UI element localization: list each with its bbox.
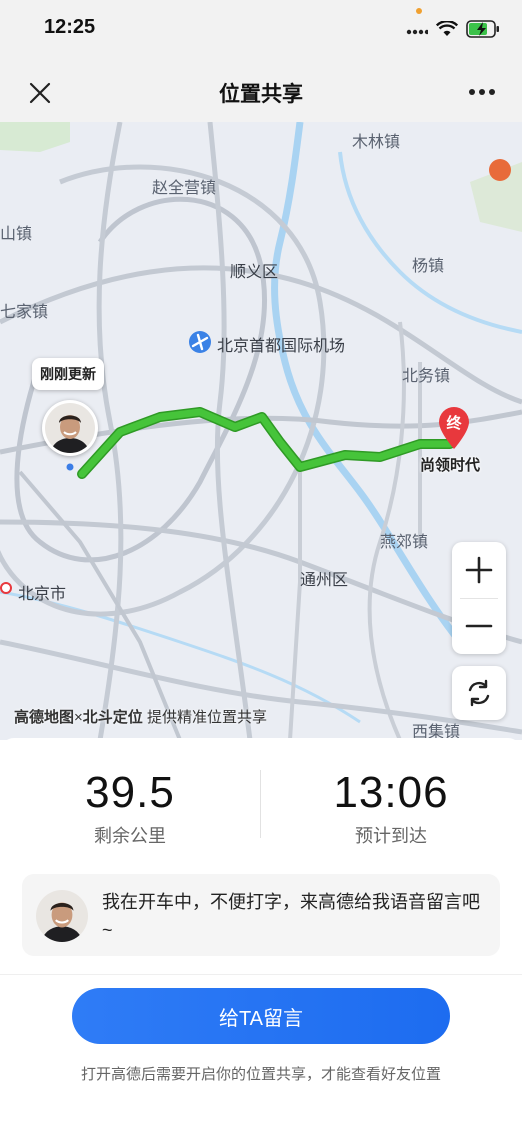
map-view[interactable]: 木林镇 赵全营镇 山镇 顺义区 杨镇 七家镇 北京首都国际机场 北务镇 燕郊镇 … <box>0 122 522 740</box>
footer-note: 打开高德后需要开启你的位置共享，才能查看好友位置 <box>80 1066 441 1083</box>
eta-stat: 13:06 预计到达 <box>261 768 521 848</box>
nav-bar: 位置共享 <box>0 64 522 122</box>
refresh-location-button[interactable] <box>452 666 506 720</box>
zoom-out-button[interactable] <box>452 598 506 654</box>
zoom-in-button[interactable] <box>452 542 506 598</box>
credit-text: 提供精准位置共享 <box>142 709 267 726</box>
credit-brand-amap: 高德地图 <box>14 709 75 726</box>
end-pin-char: 终 <box>446 414 462 432</box>
page-title: 位置共享 <box>219 83 303 106</box>
avatar <box>36 890 88 942</box>
message-card: 我在开车中，不便打字，来高德给我语音留言吧~ <box>22 874 500 956</box>
message-text: 我在开车中，不便打字，来高德给我语音留言吧~ <box>102 892 480 940</box>
place-label: 七家镇 <box>0 304 49 321</box>
refresh-icon <box>468 679 490 707</box>
place-label: 木林镇 <box>352 134 401 151</box>
distance-stat: 39.5 剩余公里 <box>0 768 260 848</box>
leave-message-button[interactable]: 给TA留言 <box>72 988 450 1044</box>
more-button[interactable] <box>464 78 500 106</box>
destination-pin[interactable]: 终 <box>437 406 471 455</box>
place-label: 北京市 <box>18 586 67 603</box>
place-label: 顺义区 <box>230 264 279 281</box>
distance-value: 39.5 <box>85 768 175 817</box>
info-sheet: 39.5 剩余公里 13:06 预计到达 我在开车中，不便打字，来高德给我语音留… <box>0 738 522 1133</box>
battery-charging-icon <box>466 20 500 43</box>
minus-icon <box>465 624 493 628</box>
wifi-icon <box>435 20 459 42</box>
map-credit: 高德地图×北斗定位 提供精准位置共享 <box>14 706 267 727</box>
place-label: 北务镇 <box>402 368 451 385</box>
signal-icon <box>406 22 430 41</box>
zoom-divider <box>460 598 498 599</box>
avatar <box>45 403 95 453</box>
zoom-control <box>452 542 506 654</box>
place-label: 燕郊镇 <box>380 534 429 551</box>
eta-label: 预计到达 <box>355 826 427 846</box>
place-label: 通州区 <box>300 572 349 589</box>
plus-icon <box>465 556 493 584</box>
more-dots-icon <box>469 89 495 95</box>
status-time: 12:25 <box>44 16 96 38</box>
eta-value: 13:06 <box>333 768 449 817</box>
place-label: 北京首都国际机场 <box>217 338 346 355</box>
destination-label: 尚领时代 <box>420 457 481 474</box>
privacy-indicator-dot <box>416 8 422 14</box>
status-icons <box>406 20 500 43</box>
avatar-update-bubble: 刚刚更新 <box>32 358 104 390</box>
place-label: 杨镇 <box>412 258 445 275</box>
status-bar: 12:25 <box>0 0 522 64</box>
place-label: 山镇 <box>0 226 33 243</box>
place-label: 赵全营镇 <box>152 180 217 197</box>
credit-brand-beidou: 北斗定位 <box>82 709 143 726</box>
distance-label: 剩余公里 <box>94 826 166 846</box>
friend-avatar-marker[interactable] <box>42 400 98 456</box>
credit-separator: × <box>74 709 83 726</box>
place-label: 西集镇 <box>412 724 461 740</box>
divider <box>0 974 522 975</box>
